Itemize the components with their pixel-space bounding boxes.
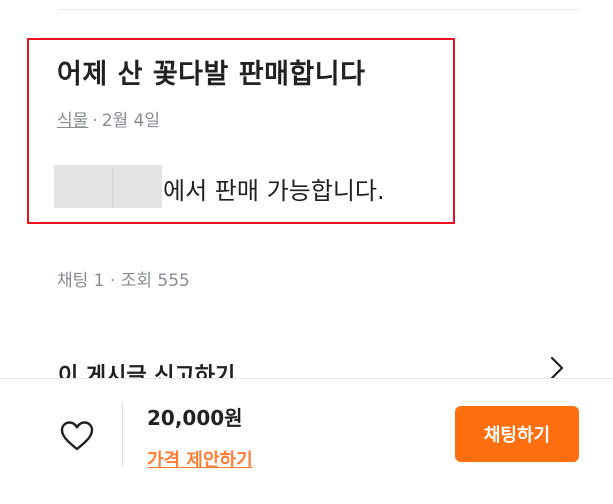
post-date: 2월 4일: [101, 111, 161, 131]
report-post-label: 이 게시글 신고하기: [58, 364, 236, 378]
post-stats: 채팅 1 · 조회 555: [57, 271, 190, 291]
chat-button[interactable]: 채팅하기: [455, 406, 579, 462]
heart-outline-icon[interactable]: [59, 419, 95, 453]
meta-separator: ·: [92, 111, 98, 131]
vertical-divider: [122, 402, 123, 466]
post-description: 에서 판매 가능합니다.: [163, 177, 385, 205]
top-divider: [58, 9, 578, 10]
blurred-location-mask: [54, 165, 162, 208]
category-link[interactable]: 식물: [57, 111, 88, 131]
price: 20,000원: [147, 406, 243, 430]
mask-seam: [112, 165, 113, 208]
bottom-action-bar: 20,000원 가격 제안하기 채팅하기: [0, 378, 613, 504]
price-offer-link[interactable]: 가격 제안하기: [147, 446, 253, 472]
report-post-row[interactable]: 이 게시글 신고하기: [0, 350, 613, 378]
product-detail-page: 어제 산 꽃다발 판매합니다 식물 · 2월 4일 에서 판매 가능합니다. 채팅 …: [0, 0, 613, 504]
post-meta: 식물 · 2월 4일: [57, 106, 160, 131]
chevron-right-icon: [550, 356, 564, 378]
post-title: 어제 산 꽃다발 판매합니다: [57, 59, 366, 90]
